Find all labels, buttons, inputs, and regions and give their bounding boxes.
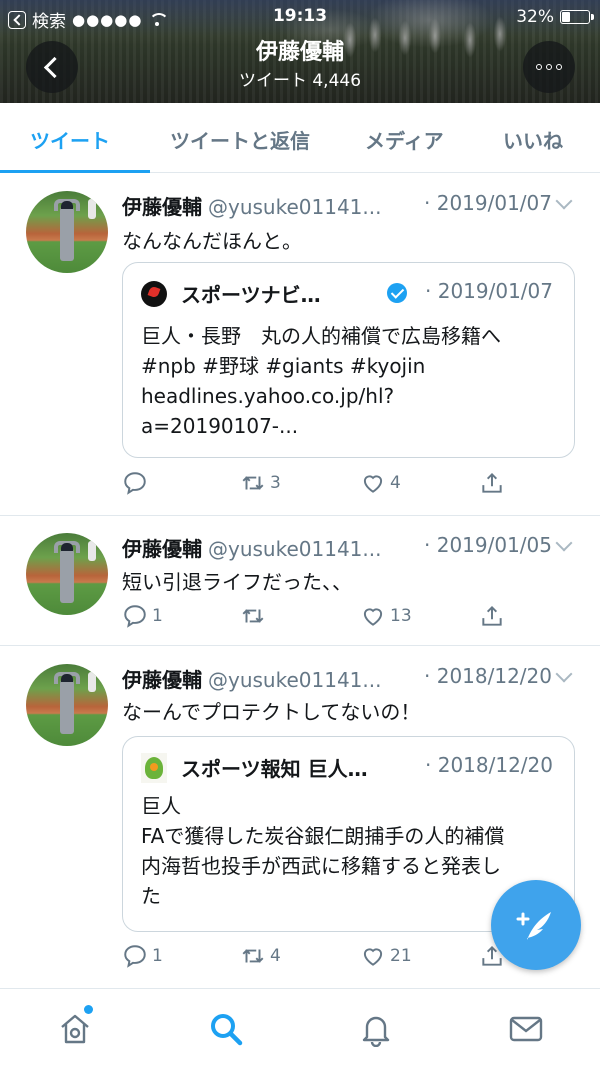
tab-media[interactable]: メディア <box>365 125 444 154</box>
retweet-icon <box>242 609 264 623</box>
avatar[interactable] <box>26 191 108 273</box>
tweet-count: ツイート 4,446 <box>238 71 362 91</box>
battery-icon <box>560 10 594 24</box>
tweet-date[interactable]: · 2019/01/05 <box>420 533 552 557</box>
retweet-button[interactable] <box>240 603 270 629</box>
like-button[interactable]: 13 <box>360 603 412 629</box>
heart-icon <box>363 608 383 626</box>
tweet-actions: 1 13 <box>122 603 582 633</box>
reply-icon <box>124 605 146 628</box>
tweet-text: 短い引退ライフだった、、 <box>122 570 352 594</box>
tab-tweets[interactable]: ツイート <box>30 125 110 154</box>
retweet-icon <box>242 949 264 963</box>
tweet-author-name[interactable]: 伊藤優輔 <box>122 195 202 219</box>
status-bar: 検索 ●●●●● 19:13 32% <box>0 0 600 34</box>
like-count: 4 <box>390 473 401 493</box>
reply-icon <box>124 472 146 495</box>
mail-icon[interactable] <box>508 1011 544 1047</box>
compose-feather-icon <box>516 912 551 940</box>
tweet-author-handle[interactable]: @yusuke01141... <box>208 537 381 561</box>
more-options-button[interactable] <box>523 41 575 93</box>
share-button[interactable] <box>479 470 505 496</box>
retweet-count: 3 <box>270 473 281 493</box>
quoted-date: · 2018/12/20 <box>425 753 553 777</box>
retweet-button[interactable]: 3 <box>240 470 281 496</box>
quoted-author-avatar <box>141 281 167 307</box>
tab-likes[interactable]: いいね <box>503 125 563 154</box>
reply-button[interactable]: 1 <box>122 603 163 629</box>
tweet-actions: 3 4 <box>122 470 582 500</box>
avatar[interactable] <box>26 664 108 746</box>
home-icon[interactable] <box>57 1011 93 1047</box>
tweet-author-handle[interactable]: @yusuke01141... <box>208 195 381 219</box>
quoted-author-avatar <box>141 753 167 783</box>
search-icon[interactable] <box>208 1011 244 1047</box>
tweet[interactable]: 伊藤優輔 @yusuke01141... · 2019/01/07 なんなんだほん… <box>0 173 600 516</box>
like-count: 13 <box>390 606 412 626</box>
quoted-text: 巨人・長野 丸の人的補償で広島移籍へ #npb #野球 #giants #kyo… <box>141 324 501 438</box>
retweet-button[interactable]: 4 <box>240 943 281 969</box>
tweet-date[interactable]: · 2019/01/07 <box>420 191 552 215</box>
reply-button[interactable] <box>122 470 152 496</box>
share-icon <box>482 605 502 626</box>
share-icon <box>482 472 502 493</box>
share-button[interactable] <box>479 603 505 629</box>
heart-icon <box>363 475 383 493</box>
like-count: 21 <box>390 946 412 966</box>
heart-icon <box>363 948 383 966</box>
compose-tweet-button[interactable] <box>491 880 581 970</box>
tab-tweets-and-replies[interactable]: ツイートと返信 <box>170 125 310 154</box>
reply-button[interactable]: 1 <box>122 943 163 969</box>
profile-header-banner: 検索 ●●●●● 19:13 32% 伊藤優輔 ツイート 4,446 <box>0 0 600 103</box>
tweet-author-name[interactable]: 伊藤優輔 <box>122 668 202 692</box>
tweet-text: なんなんだほんと。 <box>122 229 302 253</box>
retweet-icon <box>242 476 264 490</box>
like-button[interactable]: 4 <box>360 470 401 496</box>
tweet-author-handle[interactable]: @yusuke01141... <box>208 668 381 692</box>
bottom-navigation <box>0 988 600 1067</box>
quoted-author-name: スポーツナビ… <box>181 283 321 307</box>
more-dot-icon <box>536 64 542 70</box>
status-time: 19:13 <box>272 6 328 26</box>
verified-badge-icon <box>387 283 407 303</box>
tweet-date[interactable]: · 2018/12/20 <box>420 664 552 688</box>
avatar[interactable] <box>26 533 108 615</box>
reply-count: 1 <box>152 946 163 966</box>
quoted-tweet[interactable]: スポーツナビ… · 2019/01/07 巨人・長野 丸の人的補償で広島移籍へ … <box>122 262 575 458</box>
like-button[interactable]: 21 <box>360 943 412 969</box>
battery-percent: 32% <box>516 7 554 27</box>
reply-count: 1 <box>152 606 163 626</box>
profile-tabs: ツイート ツイートと返信 メディア いいね <box>0 103 600 173</box>
quoted-author-name: スポーツ報知 巨人… <box>181 757 368 781</box>
reply-icon <box>124 945 146 968</box>
home-notification-dot <box>84 1005 93 1014</box>
bell-icon[interactable] <box>358 1011 394 1048</box>
retweet-count: 4 <box>270 946 281 966</box>
tweet-author-name[interactable]: 伊藤優輔 <box>122 537 202 561</box>
quoted-date: · 2019/01/07 <box>425 279 553 303</box>
tweet[interactable]: 伊藤優輔 @yusuke01141... · 2019/01/05 短い引退ライフ… <box>0 516 600 646</box>
tweet-text: なーんでプロテクトしてないの！ <box>122 700 421 724</box>
profile-name: 伊藤優輔 <box>255 40 344 65</box>
